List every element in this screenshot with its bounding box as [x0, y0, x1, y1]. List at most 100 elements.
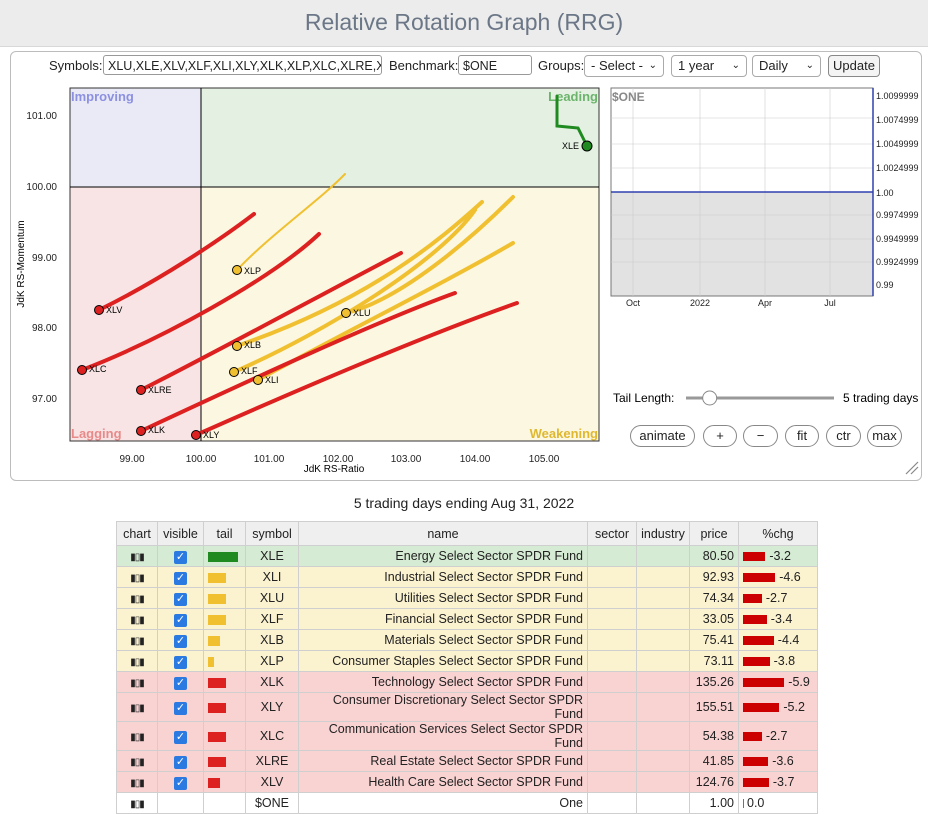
visible-checkbox[interactable]: ✓: [174, 676, 187, 690]
visible-checkbox[interactable]: ✓: [174, 730, 187, 744]
zoom-in-button[interactable]: +: [703, 425, 737, 447]
industry-cell: [636, 771, 690, 793]
table-row[interactable]: ▮▯▮ ✓ XLI Industrial Select Sector SPDR Fun…: [116, 566, 818, 588]
xly-point[interactable]: [191, 430, 201, 440]
col-tail[interactable]: tail: [203, 521, 246, 546]
candlestick-icon[interactable]: ▮▯▮: [130, 594, 144, 605]
candlestick-icon[interactable]: ▮▯▮: [130, 732, 144, 743]
visible-checkbox[interactable]: ✓: [174, 592, 187, 606]
col-sector[interactable]: sector: [587, 521, 637, 546]
tail-cell: [203, 566, 246, 588]
xlre-point[interactable]: [136, 385, 146, 395]
candlestick-icon[interactable]: ▮▯▮: [130, 757, 144, 768]
col-name[interactable]: name: [298, 521, 588, 546]
candlestick-icon[interactable]: ▮▯▮: [130, 573, 144, 584]
benchmark-row[interactable]: ▮▯▮ $ONE One 1.00 0.0: [116, 792, 818, 814]
xlc-label: XLC: [89, 364, 107, 374]
visible-cell[interactable]: ✓: [157, 608, 204, 630]
industry-cell: [636, 750, 690, 772]
chart-cell[interactable]: ▮▯▮: [116, 629, 158, 651]
rrg-chart[interactable]: Improving Leading Lagging Weakening 99.0…: [0, 0, 928, 480]
col-pct-change[interactable]: %chg: [738, 521, 818, 546]
candlestick-icon[interactable]: ▮▯▮: [130, 552, 144, 563]
visible-cell[interactable]: ✓: [157, 692, 204, 722]
visible-cell[interactable]: ✓: [157, 721, 204, 751]
visible-checkbox[interactable]: ✓: [174, 655, 187, 669]
candlestick-icon[interactable]: ▮▯▮: [130, 657, 144, 668]
col-chart[interactable]: chart: [116, 521, 158, 546]
resize-handle-icon[interactable]: [905, 461, 919, 475]
table-row[interactable]: ▮▯▮ ✓ XLV Health Care Select Sector SPDR Fu…: [116, 771, 818, 793]
table-row[interactable]: ▮▯▮ ✓ XLE Energy Select Sector SPDR Fund 80.…: [116, 545, 818, 567]
visible-cell[interactable]: ✓: [157, 566, 204, 588]
chart-cell[interactable]: ▮▯▮: [116, 608, 158, 630]
pct-change-cell: -2.7: [738, 721, 818, 751]
table-row[interactable]: ▮▯▮ ✓ XLB Materials Select Sector SPDR Fund…: [116, 629, 818, 651]
xlu-label: XLU: [353, 308, 371, 318]
table-row[interactable]: ▮▯▮ ✓ XLF Financial Select Sector SPDR Fund…: [116, 608, 818, 630]
chart-cell[interactable]: ▮▯▮: [116, 750, 158, 772]
table-row[interactable]: ▮▯▮ ✓ XLP Consumer Staples Select Sector SP…: [116, 650, 818, 672]
visible-cell[interactable]: ✓: [157, 545, 204, 567]
tail-slider-handle[interactable]: [702, 390, 718, 406]
candlestick-icon[interactable]: ▮▯▮: [130, 778, 144, 789]
chart-cell[interactable]: ▮▯▮: [116, 771, 158, 793]
xlu-point[interactable]: [341, 308, 351, 318]
xlk-label: XLK: [148, 425, 165, 435]
xlc-point[interactable]: [77, 365, 87, 375]
tail-cell: [203, 792, 246, 814]
chart-cell[interactable]: ▮▯▮: [116, 692, 158, 722]
visible-checkbox[interactable]: ✓: [174, 550, 187, 564]
chart-cell[interactable]: ▮▯▮: [116, 566, 158, 588]
visible-cell[interactable]: ✓: [157, 650, 204, 672]
xlk-point[interactable]: [136, 426, 146, 436]
visible-cell[interactable]: ✓: [157, 771, 204, 793]
col-price[interactable]: price: [689, 521, 739, 546]
tail-length-label: Tail Length:: [613, 391, 674, 405]
fit-button[interactable]: fit: [785, 425, 819, 447]
visible-cell[interactable]: ✓: [157, 587, 204, 609]
animate-button[interactable]: animate: [630, 425, 695, 447]
visible-cell[interactable]: ✓: [157, 671, 204, 693]
xlv-point[interactable]: [94, 305, 104, 315]
visible-checkbox[interactable]: ✓: [174, 571, 187, 585]
chart-cell[interactable]: ▮▯▮: [116, 671, 158, 693]
col-visible[interactable]: visible: [157, 521, 204, 546]
pct-change-cell: 0.0: [738, 792, 818, 814]
visible-checkbox[interactable]: ✓: [174, 634, 187, 648]
price-cell: 155.51: [689, 692, 739, 722]
visible-checkbox[interactable]: ✓: [174, 613, 187, 627]
candlestick-icon[interactable]: ▮▯▮: [130, 703, 144, 714]
price-cell: 135.26: [689, 671, 739, 693]
col-symbol[interactable]: symbol: [245, 521, 299, 546]
center-button[interactable]: ctr: [826, 425, 861, 447]
tail-length-bar: [208, 677, 226, 688]
candlestick-icon[interactable]: ▮▯▮: [130, 615, 144, 626]
xlb-point[interactable]: [232, 341, 242, 351]
visible-checkbox[interactable]: ✓: [174, 755, 187, 769]
visible-checkbox[interactable]: ✓: [174, 776, 187, 790]
table-row[interactable]: ▮▯▮ ✓ XLC Communication Services Select Sec…: [116, 721, 818, 751]
candlestick-icon[interactable]: ▮▯▮: [130, 678, 144, 689]
table-row[interactable]: ▮▯▮ ✓ XLY Consumer Discretionary Select Sec…: [116, 692, 818, 722]
candlestick-icon[interactable]: ▮▯▮: [130, 799, 144, 810]
visible-checkbox[interactable]: ✓: [174, 701, 187, 715]
chart-cell[interactable]: ▮▯▮: [116, 545, 158, 567]
candlestick-icon[interactable]: ▮▯▮: [130, 636, 144, 647]
chart-cell[interactable]: ▮▯▮: [116, 650, 158, 672]
chart-cell[interactable]: ▮▯▮: [116, 721, 158, 751]
xle-point[interactable]: [581, 140, 593, 152]
chart-cell[interactable]: ▮▯▮: [116, 792, 158, 814]
xlf-point[interactable]: [229, 367, 239, 377]
visible-cell[interactable]: ✓: [157, 750, 204, 772]
chart-cell[interactable]: ▮▯▮: [116, 587, 158, 609]
xlp-point[interactable]: [232, 265, 242, 275]
zoom-out-button[interactable]: −: [743, 425, 778, 447]
max-button[interactable]: max: [867, 425, 902, 447]
visible-cell[interactable]: ✓: [157, 629, 204, 651]
table-row[interactable]: ▮▯▮ ✓ XLU Utilities Select Sector SPDR Fund…: [116, 587, 818, 609]
col-industry[interactable]: industry: [636, 521, 690, 546]
table-row[interactable]: ▮▯▮ ✓ XLRE Real Estate Select Sector SPDR F…: [116, 750, 818, 772]
table-row[interactable]: ▮▯▮ ✓ XLK Technology Select Sector SPDR Fun…: [116, 671, 818, 693]
xli-point[interactable]: [253, 375, 263, 385]
